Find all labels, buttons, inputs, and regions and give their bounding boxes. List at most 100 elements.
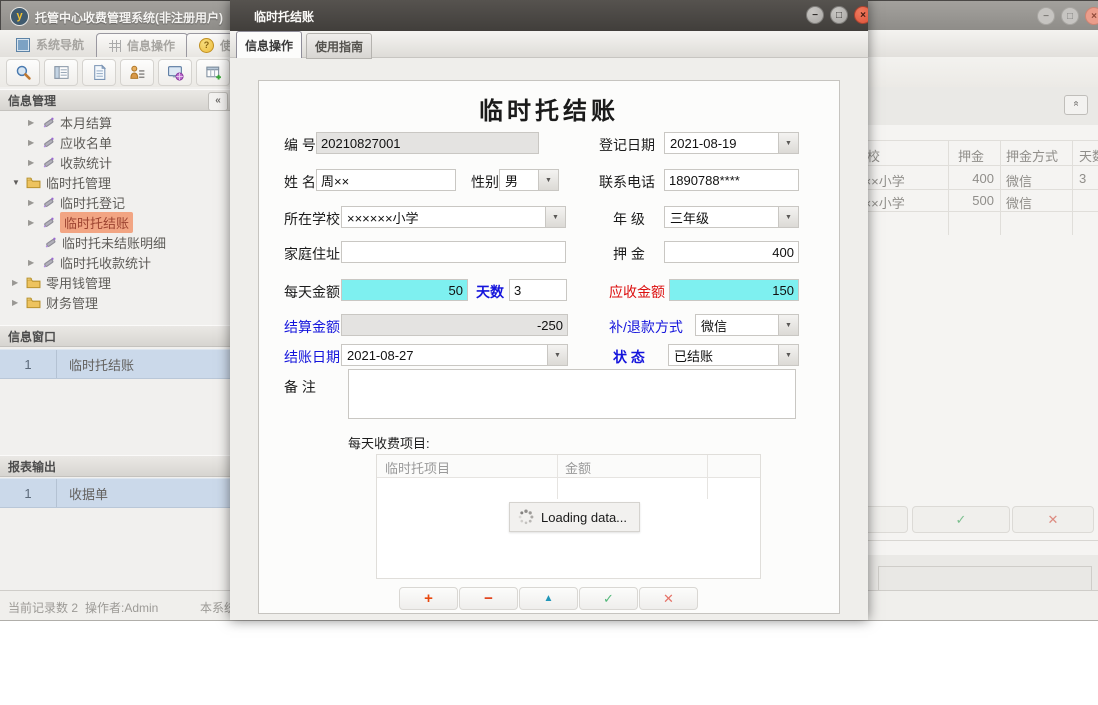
items-table-header: 临时托项目 金额: [377, 455, 760, 478]
item-cancel-button[interactable]: ✕: [639, 587, 698, 610]
settle-date-value: 2021-08-27: [342, 348, 547, 363]
row-label: 临时托结账: [57, 350, 233, 378]
tab-system-nav-label: 系统导航: [36, 36, 84, 53]
settle-form-panel: 临时托结账 编 号 登记日期 2021-08-19 ▼ 姓 名 性别 男 ▼ 联…: [258, 80, 840, 614]
item-move-up-button[interactable]: ▲: [519, 587, 578, 610]
chevron-down-icon[interactable]: ▼: [778, 133, 798, 153]
expander-icon[interactable]: ▶: [12, 278, 21, 287]
tree-item-finance-mgmt[interactable]: ▶ 财务管理: [12, 292, 98, 312]
report-wand-icon: [42, 156, 55, 169]
tree-item-temp-care-mgmt[interactable]: ▼ 临时托管理: [12, 172, 111, 192]
folder-icon: [26, 296, 41, 309]
item-confirm-button[interactable]: ✓: [579, 587, 638, 610]
info-mgmt-title: 信息管理: [8, 94, 56, 108]
tree-item-monthly-settle[interactable]: ▶ 本月结算: [28, 112, 112, 132]
days-field[interactable]: [509, 279, 567, 301]
tree-label: 财务管理: [46, 293, 98, 312]
tree-item-receivable-list[interactable]: ▶ 应收名单: [28, 132, 112, 152]
bg-cancel-button[interactable]: ✕: [1012, 506, 1094, 533]
tree-item-temp-care-settle[interactable]: ▶ 临时托结账: [28, 212, 133, 232]
reg-date-dropdown[interactable]: 2021-08-19 ▼: [664, 132, 799, 154]
record-count-text: 当前记录数 2: [8, 599, 78, 616]
tree-item-temp-care-payment-stats[interactable]: ▶ 临时托收款统计: [28, 252, 151, 272]
gender-label: 性别: [471, 172, 499, 192]
modal-maximize-button[interactable]: □: [830, 6, 848, 24]
main-minimize-button[interactable]: −: [1037, 7, 1055, 25]
main-close-button[interactable]: ×: [1085, 7, 1098, 25]
name-field[interactable]: [316, 169, 456, 191]
column-divider: [707, 455, 708, 499]
daily-amount-field[interactable]: [341, 279, 468, 301]
report-wand-icon: [42, 216, 55, 229]
expander-icon[interactable]: ▶: [28, 258, 37, 267]
tree-label-selected: 临时托结账: [60, 212, 133, 233]
user-settings-button[interactable]: [120, 59, 154, 86]
preview-button[interactable]: [6, 59, 40, 86]
check-icon: ✓: [603, 591, 614, 607]
tree-item-pocket-money-mgmt[interactable]: ▶ 零用钱管理: [12, 272, 111, 292]
grade-value: 三年级: [665, 208, 778, 227]
chevron-down-icon[interactable]: ▼: [545, 207, 565, 227]
table-add-button[interactable]: [196, 59, 230, 86]
item-add-button[interactable]: +: [399, 587, 458, 610]
collapse-left-icon[interactable]: «: [208, 92, 228, 111]
modal-tab-user-guide-label: 使用指南: [315, 38, 363, 55]
remark-field[interactable]: [348, 369, 796, 419]
status-dropdown[interactable]: 已结账 ▼: [668, 344, 799, 366]
address-field[interactable]: [341, 241, 566, 263]
modal-window: 临时托结账 − □ × 信息操作 使用指南 临时托结账 编 号 登记日期 202…: [230, 0, 868, 620]
reg-date-label: 登记日期: [599, 135, 655, 155]
receivable-label: 应收金额: [609, 282, 665, 302]
bg-bottom-field[interactable]: [878, 566, 1092, 592]
modal-titlebar: 临时托结账 − □ ×: [230, 0, 868, 31]
tree-item-temp-care-unsettled[interactable]: 临时托未结账明细: [44, 232, 166, 252]
modal-minimize-button[interactable]: −: [806, 6, 824, 24]
chevron-down-icon[interactable]: ▼: [538, 170, 558, 190]
grade-dropdown[interactable]: 三年级 ▼: [664, 206, 799, 228]
chevron-down-icon[interactable]: ▼: [778, 207, 798, 227]
tab-info-ops[interactable]: 信息操作: [96, 33, 188, 57]
document-button[interactable]: [82, 59, 116, 86]
tree-label: 临时托管理: [46, 173, 111, 192]
tree-item-temp-care-register[interactable]: ▶ 临时托登记: [28, 192, 125, 212]
expander-icon[interactable]: ▶: [28, 158, 37, 167]
loading-text: Loading data...: [541, 510, 627, 525]
bg-confirm-button[interactable]: ✓: [912, 506, 1010, 533]
expander-icon[interactable]: ▶: [28, 218, 37, 227]
expander-icon[interactable]: ▶: [28, 198, 37, 207]
refund-method-value: 微信: [696, 316, 778, 335]
tree-label: 零用钱管理: [46, 273, 111, 292]
modal-tab-user-guide[interactable]: 使用指南: [306, 33, 372, 59]
expander-icon[interactable]: ▶: [28, 138, 37, 147]
settle-date-dropdown[interactable]: 2021-08-27 ▼: [341, 344, 568, 366]
monitor-button[interactable]: [158, 59, 192, 86]
expander-icon[interactable]: ▶: [28, 118, 37, 127]
tab-system-nav[interactable]: 系统导航: [4, 33, 96, 56]
main-maximize-button[interactable]: □: [1061, 7, 1079, 25]
modal-close-button[interactable]: ×: [854, 6, 868, 24]
school-dropdown[interactable]: ××××××小学 ▼: [341, 206, 566, 228]
tree-item-payment-stats[interactable]: ▶ 收款统计: [28, 152, 112, 172]
days-label: 天数: [476, 282, 504, 302]
chevron-down-icon[interactable]: ▼: [778, 345, 798, 365]
monitor-globe-icon: [167, 64, 184, 81]
no-field[interactable]: [316, 132, 539, 154]
settle-amount-field[interactable]: [341, 314, 568, 336]
expander-open-icon[interactable]: ▼: [12, 178, 21, 187]
deposit-field[interactable]: [664, 241, 799, 263]
item-remove-button[interactable]: −: [459, 587, 518, 610]
gender-dropdown[interactable]: 男 ▼: [499, 169, 559, 191]
expander-icon[interactable]: ▶: [12, 298, 21, 307]
report-output-row[interactable]: 1 收据单: [0, 478, 233, 508]
row-number: 1: [0, 350, 57, 378]
info-window-row[interactable]: 1 临时托结账: [0, 349, 233, 379]
receivable-field[interactable]: [669, 279, 799, 301]
collapse-up-button[interactable]: «: [1064, 95, 1088, 115]
refund-method-dropdown[interactable]: 微信 ▼: [695, 314, 799, 336]
chevron-down-icon[interactable]: ▼: [778, 315, 798, 335]
modal-tab-info-ops[interactable]: 信息操作: [236, 31, 302, 58]
tree-label: 收款统计: [60, 153, 112, 172]
form-view-button[interactable]: [44, 59, 78, 86]
phone-field[interactable]: [664, 169, 799, 191]
chevron-down-icon[interactable]: ▼: [547, 345, 567, 365]
